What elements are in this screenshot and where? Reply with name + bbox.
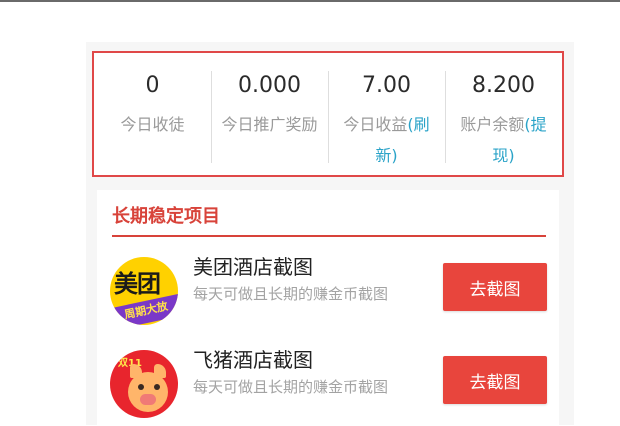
stat-value: 8.200 <box>472 73 535 98</box>
pig-eye-left <box>138 384 144 390</box>
go-screenshot-button[interactable]: 去截图 <box>443 263 547 311</box>
item-description: 每天可做且长期的赚金币截图 <box>193 378 389 396</box>
section-title: 长期稳定项目 <box>112 206 220 227</box>
stat-today-disciples: 0 今日收徒 <box>94 53 211 175</box>
fliggy-app-icon: 双11 <box>110 350 178 418</box>
stat-label-text: 账户余额 <box>460 115 525 134</box>
go-screenshot-button[interactable]: 去截图 <box>443 356 547 404</box>
stats-panel: 0 今日收徒 0.000 今日推广奖励 7.00 今日收益(刷新) 8.200 … <box>92 51 564 177</box>
icon-text: 美团 <box>114 270 161 298</box>
stat-label-text: 今日收徒 <box>120 115 185 134</box>
item-name: 美团酒店截图 <box>193 255 313 279</box>
stat-label: 今日收益(刷新) <box>328 109 445 171</box>
pig-face <box>128 372 168 412</box>
list-item: 美团 周期大放 美团酒店截图 每天可做且长期的赚金币截图 去截图 <box>97 247 559 333</box>
stat-value: 7.00 <box>362 73 411 98</box>
stat-today-earnings: 7.00 今日收益(刷新) <box>328 53 445 175</box>
stat-account-balance: 8.200 账户余额(提现) <box>445 53 562 175</box>
top-divider <box>0 0 620 2</box>
pig-snout <box>140 394 156 405</box>
long-term-projects-section: 长期稳定项目 美团 周期大放 美团酒店截图 每天可做且长期的赚金币截图 去截图 … <box>97 190 559 425</box>
section-divider <box>112 235 546 237</box>
list-item: 双11 飞猪酒店截图 每天可做且长期的赚金币截图 去截图 <box>97 340 559 426</box>
stat-label-text: 今日收益 <box>343 115 408 134</box>
item-description: 每天可做且长期的赚金币截图 <box>193 285 389 303</box>
stat-promotion-reward: 0.000 今日推广奖励 <box>211 53 328 175</box>
pig-eye-right <box>154 384 160 390</box>
meituan-app-icon: 美团 周期大放 <box>110 257 178 325</box>
item-name: 飞猪酒店截图 <box>193 348 313 372</box>
stat-label: 账户余额(提现) <box>445 109 562 171</box>
stat-label-text: 今日推广奖励 <box>221 115 318 134</box>
stat-value: 0 <box>145 73 160 98</box>
stat-label: 今日收徒 <box>94 109 211 140</box>
stat-label: 今日推广奖励 <box>211 109 328 140</box>
stat-value: 0.000 <box>238 73 301 98</box>
